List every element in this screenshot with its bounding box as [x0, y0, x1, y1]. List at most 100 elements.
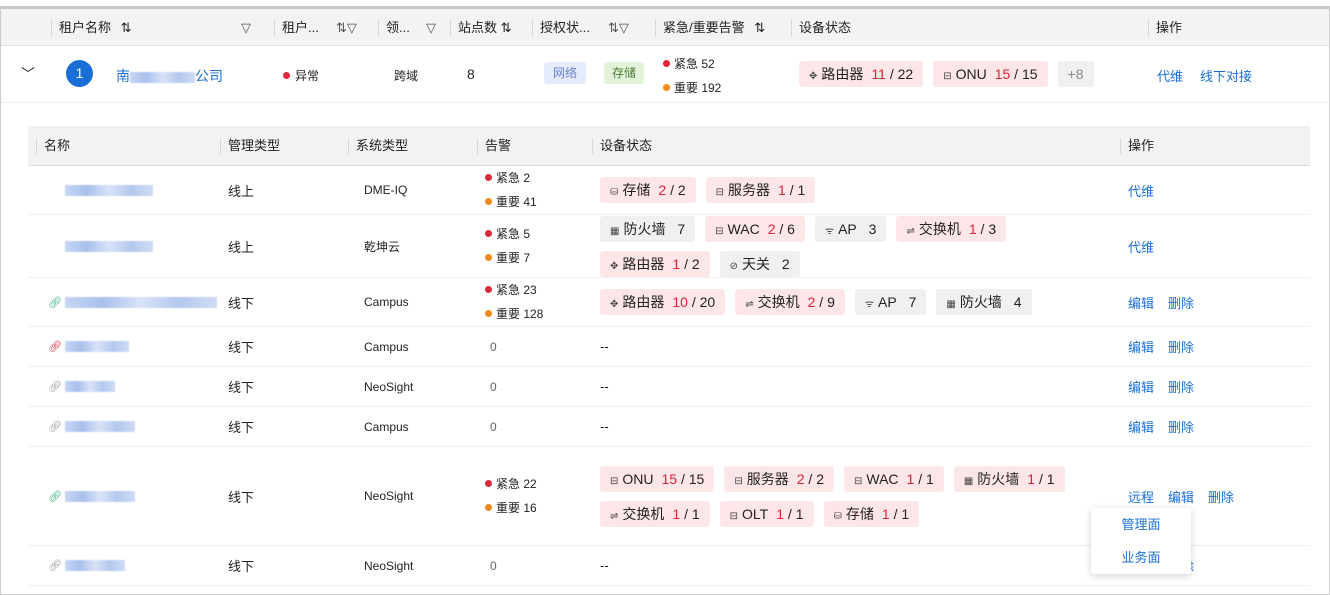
important-dot-icon [485, 198, 492, 205]
chevron-down-icon[interactable]: ﹀ [21, 64, 35, 84]
site-alarms: 0 [485, 367, 497, 406]
blurred-site-name[interactable] [65, 184, 153, 196]
sort-filter-icon[interactable]: ⇅▽ [336, 9, 357, 46]
device-total: / 15 [677, 470, 705, 487]
col-label: 设备状态 [799, 20, 852, 35]
device-name: 服务器 [728, 182, 771, 198]
device-tag: ⛁ 存储 1 / 1 [823, 500, 920, 527]
device-icon: ᯤ [824, 225, 835, 237]
device-error-count: 1 [776, 505, 785, 522]
action-删除[interactable]: 删除 [1168, 377, 1194, 396]
device-total: / 3 [976, 220, 997, 237]
maintain-link[interactable]: 代维 [1157, 66, 1183, 85]
device-total: / 15 [1010, 66, 1038, 82]
blurred-site-name[interactable] [65, 341, 129, 352]
device-total: / 2 [680, 255, 700, 272]
device-tag: ⛁ 存储 2 / 2 [600, 177, 696, 203]
device-total: / 1 [889, 505, 910, 522]
col-sites[interactable]: 站点数 ⇅ [450, 9, 532, 46]
auth-tag-network: 网络 [544, 62, 587, 84]
site-name-cell: 🔗︎ [48, 327, 129, 366]
device-tag: ⊟ ONU 15 / 15 [933, 61, 1048, 87]
urgent-text: 紧急 23 [496, 283, 537, 297]
more-devices-tag[interactable]: +8 [1057, 61, 1094, 87]
device-tags: ⊟ ONU 15 / 15 ⊟ 服务器 2 / 2 ⊟ WAC 1 / 1 ▦ 防火墙 1 / 1 ⇌ 交… [600, 447, 1120, 545]
system-type: NeoSight [364, 379, 414, 394]
system-type: DME-IQ [364, 183, 408, 197]
col-tenant-name[interactable]: 租户名称 ⇅ ▽ [51, 9, 274, 46]
device-error-count: 1 [968, 220, 977, 237]
action-编辑[interactable]: 编辑 [1168, 487, 1194, 506]
device-tags: ✥ 路由器 10 / 20 ⇌ 交换机 2 / 9 ᯤ AP 7 ▦ 防火墙 4 [600, 278, 1120, 326]
sort-filter-icon[interactable]: ⇅▽ [608, 9, 629, 46]
site-alarms: 紧急 23 重要 128 [485, 278, 543, 326]
system-type: NeoSight [364, 489, 414, 503]
col-domain[interactable]: 领... ▽ [378, 9, 450, 46]
col-auth[interactable]: 授权状... ⇅▽ [532, 9, 655, 46]
device-icon: ⊟ [943, 71, 952, 82]
tenant-name-link[interactable]: 南 公司 [116, 66, 223, 86]
action-代维[interactable]: 代维 [1128, 181, 1154, 200]
important-alarm: 重要 16 [485, 496, 537, 520]
blurred-site-name[interactable] [65, 560, 125, 571]
device-total: / 1 [784, 505, 804, 522]
sort-icon[interactable]: ⇅ [121, 20, 132, 35]
action-编辑[interactable]: 编辑 [1128, 417, 1154, 436]
action-删除[interactable]: 删除 [1168, 293, 1194, 312]
device-tag: ✥ 路由器 1 / 2 [600, 250, 710, 277]
device-tag: ▦ 防火墙 4 [936, 289, 1032, 315]
action-删除[interactable]: 删除 [1208, 487, 1234, 506]
site-name-cell [65, 166, 153, 214]
blurred-site-name[interactable] [65, 490, 135, 502]
site-name-cell: 🔗︎ [48, 407, 135, 446]
action-编辑[interactable]: 编辑 [1128, 293, 1154, 312]
urgent-text: 紧急 52 [674, 57, 715, 71]
site-alarms: 0 [485, 407, 497, 446]
device-icon: ⊟ [715, 225, 724, 237]
action-编辑[interactable]: 编辑 [1128, 377, 1154, 396]
alarm-zero: 0 [490, 419, 497, 434]
col-label: 站点数 [458, 20, 498, 35]
col-label: 领... [386, 20, 410, 35]
filter-icon[interactable]: ▽ [241, 9, 251, 46]
blurred-site-name[interactable] [65, 296, 217, 308]
menu-item-management-plane[interactable]: 管理面 [1091, 508, 1191, 541]
menu-item-service-plane[interactable]: 业务面 [1091, 541, 1191, 574]
blurred-site-name[interactable] [65, 421, 135, 432]
urgent-alarm: 紧急 2 [485, 166, 537, 190]
col-device-status: 设备状态 [791, 9, 1148, 46]
site-alarms: 紧急 2 重要 41 [485, 166, 537, 214]
device-icon: ✥ [610, 260, 619, 272]
link-icon: 🔗︎ [48, 341, 62, 353]
system-type: 乾坤云 [364, 239, 401, 254]
sort-icon[interactable]: ⇅ [501, 20, 512, 35]
subcol-alarm: 告警 [477, 126, 511, 166]
device-icon: ⊟ [610, 475, 619, 487]
action-编辑[interactable]: 编辑 [1128, 337, 1154, 356]
action-代维[interactable]: 代维 [1128, 237, 1154, 256]
device-icon: ▦ [963, 475, 974, 487]
tenant-domain: 跨域 [394, 69, 419, 83]
important-dot-icon [485, 254, 492, 261]
action-远程[interactable]: 远程 [1128, 487, 1154, 506]
col-tenant-status[interactable]: 租户... ⇅▽ [274, 9, 378, 46]
site-row: 🔗︎ 线下 Campus 紧急 23 重要 128 ✥ 路由器 10 / 20 ⇌ 交换机 2 / … [28, 278, 1310, 327]
offline-connect-link[interactable]: 线下对接 [1200, 66, 1252, 85]
device-name: ONU [955, 66, 987, 82]
action-删除[interactable]: 删除 [1168, 337, 1194, 356]
link-broken-icon: 🔗︎ [48, 421, 62, 433]
device-total: / 1 [914, 470, 934, 487]
device-icon: ⇌ [745, 299, 754, 310]
filter-icon[interactable]: ▽ [426, 9, 436, 46]
blurred-site-name[interactable] [65, 381, 115, 392]
blurred-site-name[interactable] [65, 240, 153, 252]
mgmt-type: 线下 [228, 489, 255, 505]
sort-icon[interactable]: ⇅ [754, 20, 765, 35]
site-actions: 编辑删除 [1128, 327, 1208, 366]
alarm-list: 紧急 5 重要 7 [485, 222, 530, 270]
site-actions: 编辑删除 [1128, 367, 1208, 406]
col-alarms[interactable]: 紧急/重要告警 ⇅ [655, 9, 791, 46]
action-删除[interactable]: 删除 [1168, 417, 1194, 436]
important-dot-icon [663, 84, 670, 91]
tenant-sites: 8 [467, 66, 475, 82]
